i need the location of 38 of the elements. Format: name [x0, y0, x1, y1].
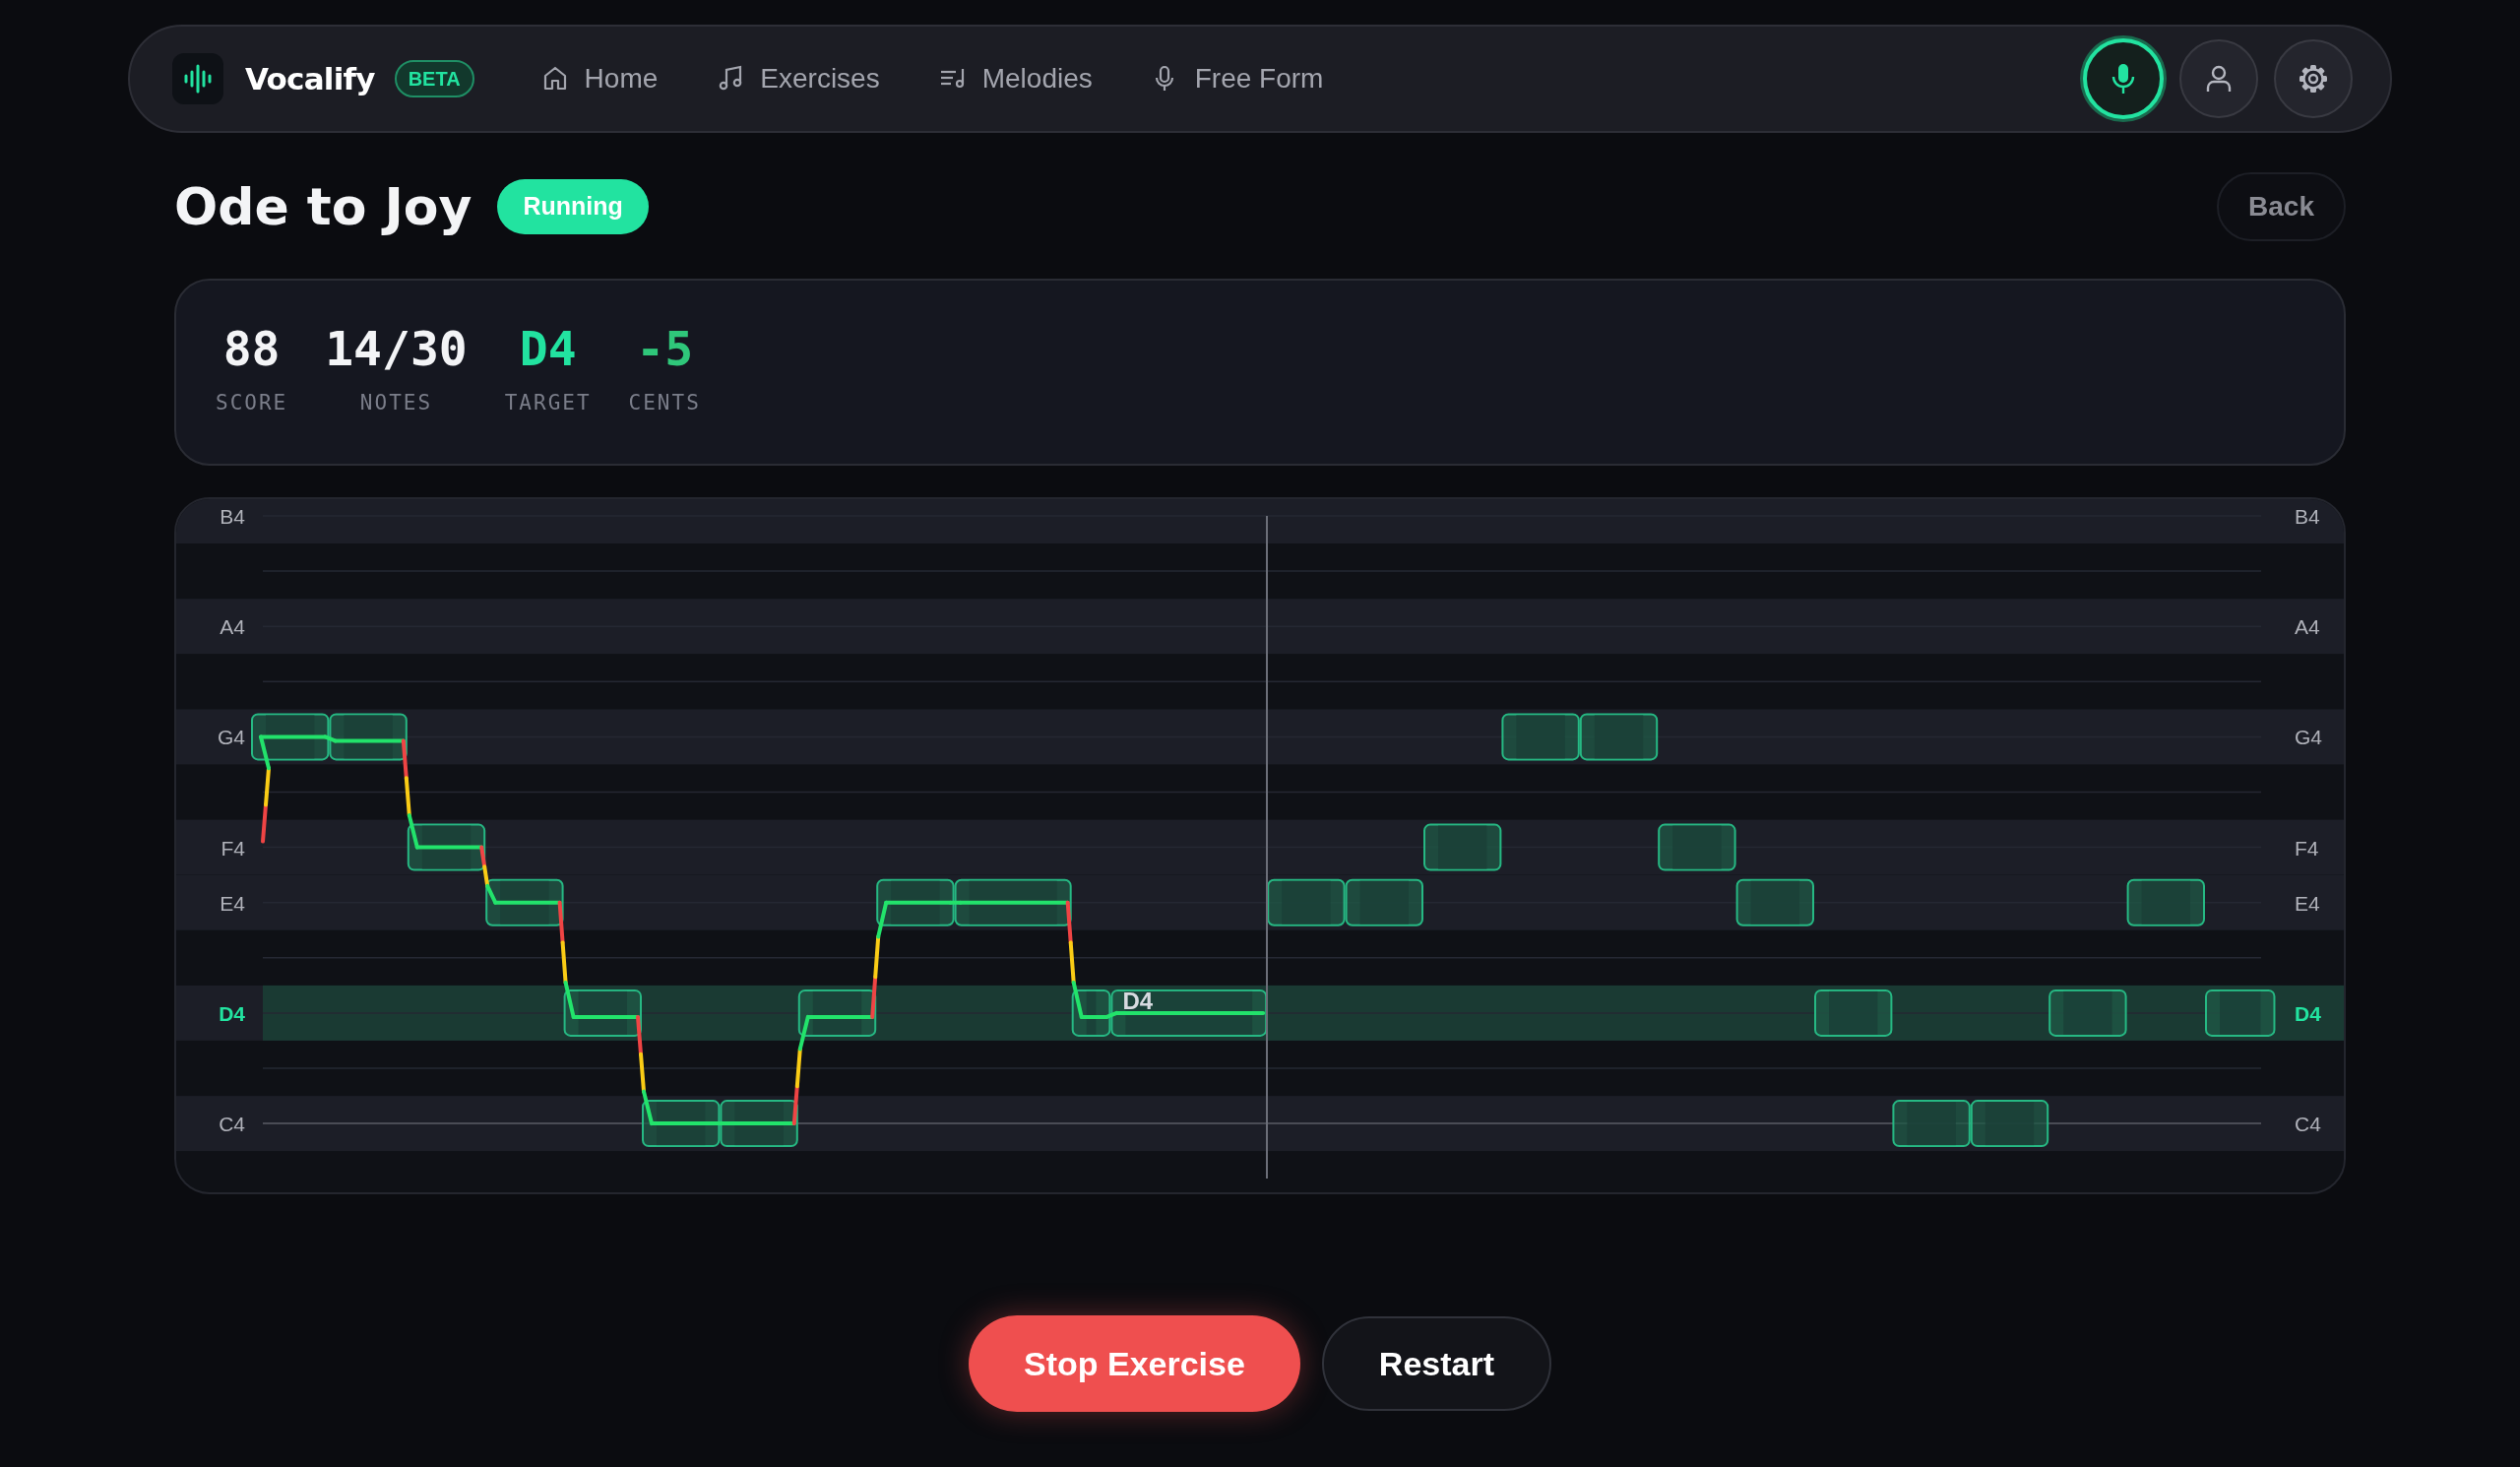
pitch-label: F4: [2295, 836, 2319, 860]
app-name: Vocalify: [245, 59, 375, 98]
stat-value: -5: [636, 325, 694, 373]
current-note-label: D4: [1122, 987, 1154, 1014]
pitch-label: C4: [2295, 1113, 2321, 1136]
pitch-label: F4: [220, 836, 245, 860]
pitch-label: G4: [2295, 726, 2322, 749]
stat-label: CENTS: [628, 390, 701, 417]
pitch-label: E4: [2295, 891, 2320, 915]
pitch-label: G4: [218, 726, 245, 749]
pitch-label: D4: [219, 1001, 245, 1025]
nav-link[interactable]: Melodies: [938, 58, 1093, 99]
pitch-label: B4: [2295, 505, 2320, 528]
logo-icon: [172, 53, 223, 104]
back-button[interactable]: Back: [2217, 172, 2346, 241]
pitch-label: C4: [219, 1113, 245, 1136]
nav-link[interactable]: Free Form: [1151, 58, 1324, 99]
stat-value: 88: [222, 325, 281, 373]
nav-link[interactable]: Home: [540, 58, 659, 99]
beta-badge: BETA: [394, 60, 474, 97]
user-icon: [2206, 65, 2232, 93]
pitch-label: A4: [2295, 615, 2320, 639]
restart-button[interactable]: Restart: [1321, 1316, 1552, 1411]
stat-label: TARGET: [504, 390, 592, 417]
pitch-label: B4: [220, 505, 245, 528]
pitch-label: D4: [2295, 1001, 2321, 1025]
note-block: [2205, 989, 2276, 1037]
nav-link[interactable]: Exercises: [717, 58, 880, 99]
settings-icon: [2299, 64, 2328, 94]
status-badge: Running: [497, 179, 649, 234]
stat-value: D4: [519, 325, 577, 373]
stat-value: 14/30: [325, 325, 468, 373]
pitch-label: A4: [220, 615, 245, 639]
pitch-label: E4: [220, 891, 245, 915]
stop-button[interactable]: Stop Exercise: [968, 1315, 1300, 1412]
stat-label: SCORE: [216, 390, 288, 417]
stat-label: NOTES: [359, 390, 433, 417]
microphone-button[interactable]: [2083, 38, 2164, 119]
